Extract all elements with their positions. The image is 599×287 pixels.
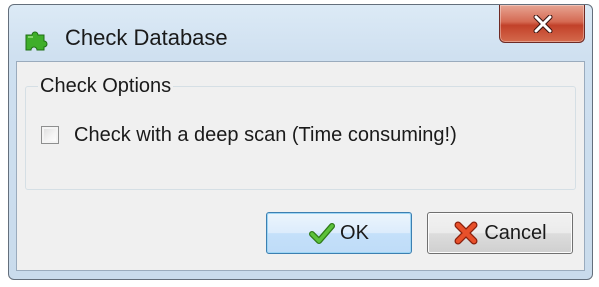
ok-label: OK — [340, 221, 369, 244]
close-icon — [533, 15, 553, 33]
deep-scan-option[interactable]: Check with a deep scan (Time consuming!) — [41, 122, 457, 148]
checkmark-icon — [309, 221, 336, 245]
ok-button[interactable]: OK — [266, 212, 412, 254]
cancel-button[interactable]: Cancel — [427, 212, 573, 254]
dialog-content: Check Options Check with a deep scan (Ti… — [16, 61, 585, 271]
deep-scan-checkbox[interactable] — [41, 126, 59, 144]
dialog-window: Check Database Check Options Check with … — [8, 4, 593, 280]
puzzle-piece-icon — [24, 27, 50, 51]
group-label: Check Options — [38, 75, 174, 98]
window-title: Check Database — [65, 25, 228, 50]
deep-scan-label[interactable]: Check with a deep scan (Time consuming!) — [74, 124, 457, 147]
close-button[interactable] — [499, 5, 585, 43]
cancel-label: Cancel — [484, 221, 547, 244]
x-mark-icon — [453, 221, 479, 245]
title-bar[interactable]: Check Database — [9, 5, 592, 61]
